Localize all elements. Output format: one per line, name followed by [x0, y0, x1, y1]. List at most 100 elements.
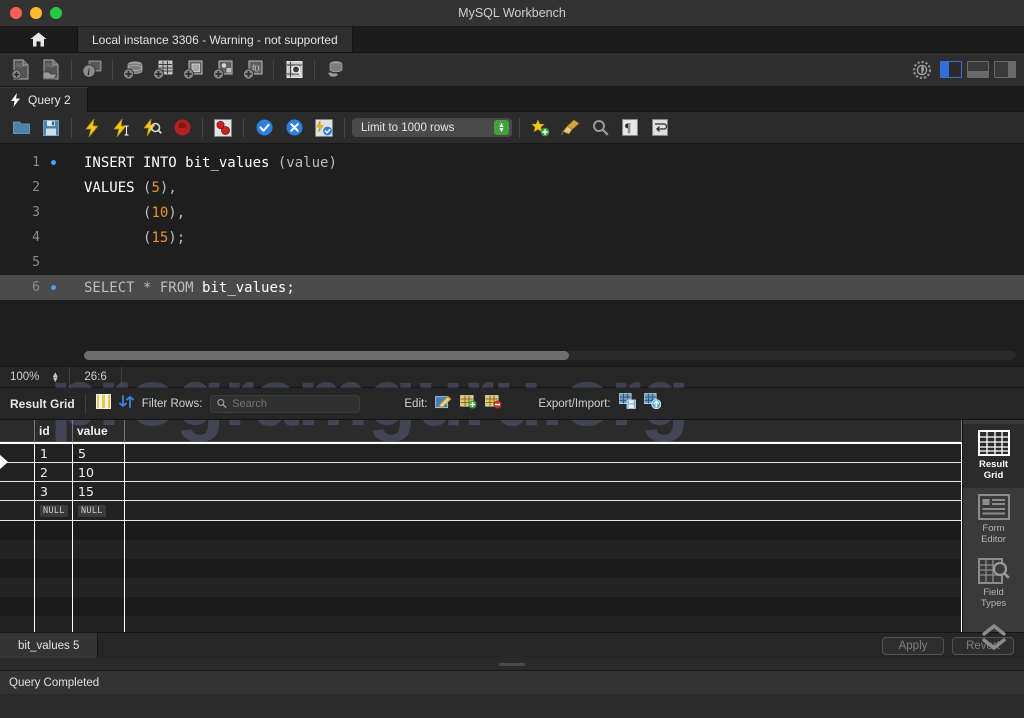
explain-statement-button[interactable] [139, 115, 165, 141]
import-recordset-button[interactable] [643, 393, 661, 414]
new-sql-file-button[interactable]: SQL [8, 57, 34, 83]
new-view-button[interactable] [180, 57, 206, 83]
editor-horizontal-scrollbar[interactable] [84, 351, 1016, 360]
settings-button[interactable] [909, 57, 935, 83]
toggle-invisible-chars-button[interactable]: ¶ [617, 115, 643, 141]
toggle-secondary-sidebar-button[interactable] [994, 61, 1016, 78]
add-row-button[interactable] [460, 394, 477, 414]
code-line[interactable]: 5 [0, 250, 1024, 275]
execute-statement-button[interactable] [79, 115, 105, 141]
table-row[interactable]: 2 10 [0, 463, 962, 482]
row-limit-stepper[interactable]: ▲ ▼ [494, 120, 509, 135]
zoom-stepper[interactable]: ▲ ▼ [51, 371, 59, 384]
result-grid-area: id value 1 5 2 10 3 15 NULL NULL Result … [0, 420, 1024, 650]
maximize-window-button[interactable] [50, 7, 62, 19]
new-sql-file-icon: SQL [11, 59, 29, 80]
empty-row [0, 540, 962, 559]
empty-cell [73, 559, 125, 578]
execute-current-statement-button[interactable] [109, 115, 135, 141]
sql-editor[interactable]: 1 INSERT INTO bit_values (value) 2 VALUE… [0, 144, 1024, 366]
table-row[interactable]: 3 15 [0, 482, 962, 501]
line-number: 4 [32, 230, 40, 245]
code-line[interactable]: 4 (15); [0, 225, 1024, 250]
code-line[interactable]: 3 (10), [0, 200, 1024, 225]
code-line[interactable]: 2 VALUES (5), [0, 175, 1024, 200]
zoom-control[interactable]: 100% ▲ ▼ [0, 367, 71, 387]
new-procedure-button[interactable] [210, 57, 236, 83]
bottom-splitter[interactable] [0, 658, 1024, 670]
cell-value[interactable]: 15 [73, 482, 125, 500]
cell-id[interactable]: 3 [35, 482, 73, 500]
result-view-sidebar: Result Grid Form Editor Field Types [0, 420, 1024, 650]
toggle-breakpoint-button[interactable] [210, 115, 236, 141]
search-input[interactable] [232, 397, 354, 410]
query-tab-active[interactable]: Query 2 [0, 87, 88, 112]
code-line[interactable]: 1 INSERT INTO bit_values (value) [0, 150, 1024, 175]
toggle-sidebar-button[interactable] [940, 61, 962, 78]
export-recordset-icon [618, 393, 636, 409]
toggle-output-button[interactable] [967, 61, 989, 78]
cell-id[interactable]: 1 [35, 444, 73, 462]
result-grid[interactable]: id value 1 5 2 10 3 15 NULL NULL [0, 420, 962, 632]
sidebar-expander-button[interactable] [980, 624, 1008, 655]
search-data-button[interactable] [281, 57, 307, 83]
beautify-sql-button[interactable] [527, 115, 553, 141]
scrollbar-thumb[interactable] [84, 351, 569, 360]
edit-row-button[interactable] [435, 394, 453, 414]
cell-value[interactable]: 5 [73, 444, 125, 462]
save-file-button[interactable] [38, 115, 64, 141]
code-line-highlighted[interactable]: 6 SELECT * FROM bit_values; [0, 275, 1024, 300]
sidebar-item-result-grid[interactable]: Result Grid [962, 424, 1024, 488]
result-tab[interactable]: bit_values 5 [0, 633, 99, 658]
server-info-button[interactable]: i [79, 57, 105, 83]
home-button[interactable] [0, 27, 78, 52]
find-button[interactable] [587, 115, 613, 141]
refresh-button[interactable] [118, 394, 134, 414]
new-schema-button[interactable] [120, 57, 146, 83]
code-area[interactable]: 1 INSERT INTO bit_values (value) 2 VALUE… [0, 144, 1024, 300]
empty-cell [73, 521, 125, 540]
row-gutter[interactable] [0, 482, 35, 500]
toggle-word-wrap-button[interactable] [647, 115, 673, 141]
row-limit-select[interactable]: Limit to 1000 rows ▲ ▼ [352, 118, 512, 137]
new-function-button[interactable]: f() [240, 57, 266, 83]
table-row[interactable]: 1 5 [0, 444, 962, 463]
grid-view-button[interactable] [95, 393, 111, 414]
table-row-new[interactable]: NULL NULL [0, 501, 962, 521]
column-header-value[interactable]: value [73, 420, 125, 441]
cell-id[interactable]: 2 [35, 463, 73, 481]
line-number: 6 [32, 280, 40, 295]
commit-transaction-button[interactable] [251, 115, 277, 141]
row-gutter[interactable] [0, 501, 35, 520]
cell-value[interactable]: 10 [73, 463, 125, 481]
grid-header-gutter [0, 420, 35, 441]
stepper-down-icon: ▼ [498, 126, 505, 134]
search-icon [217, 398, 227, 409]
find-icon [592, 120, 609, 136]
column-header-id[interactable]: id [35, 420, 73, 441]
toggle-autocommit-button[interactable] [311, 115, 337, 141]
stop-execution-button[interactable] [169, 115, 195, 141]
cell-value-null[interactable]: NULL [73, 501, 125, 520]
open-file-button[interactable] [8, 115, 34, 141]
delete-row-button[interactable] [485, 394, 502, 414]
sidebar-item-form-editor[interactable]: Form Editor [963, 488, 1024, 552]
reconnect-server-button[interactable] [322, 57, 348, 83]
svg-text:f(): f() [252, 63, 260, 72]
cell-id-null[interactable]: NULL [35, 501, 73, 520]
sidebar-item-field-types[interactable]: Field Types [963, 552, 1024, 616]
open-file-icon [12, 121, 30, 134]
minimize-window-button[interactable] [30, 7, 42, 19]
rollback-transaction-button[interactable] [281, 115, 307, 141]
clear-context-button[interactable] [557, 115, 583, 141]
open-sql-file-button[interactable]: SQL [38, 57, 64, 83]
instance-tab[interactable]: Local instance 3306 - Warning - not supp… [78, 27, 353, 52]
empty-cell [73, 578, 125, 597]
export-recordset-button[interactable] [618, 393, 636, 414]
add-row-icon [460, 394, 477, 408]
filter-search-box[interactable] [210, 394, 361, 413]
apply-button[interactable]: Apply [882, 636, 944, 655]
new-table-button[interactable] [150, 57, 176, 83]
output-indicator [968, 71, 988, 77]
close-window-button[interactable] [10, 7, 22, 19]
